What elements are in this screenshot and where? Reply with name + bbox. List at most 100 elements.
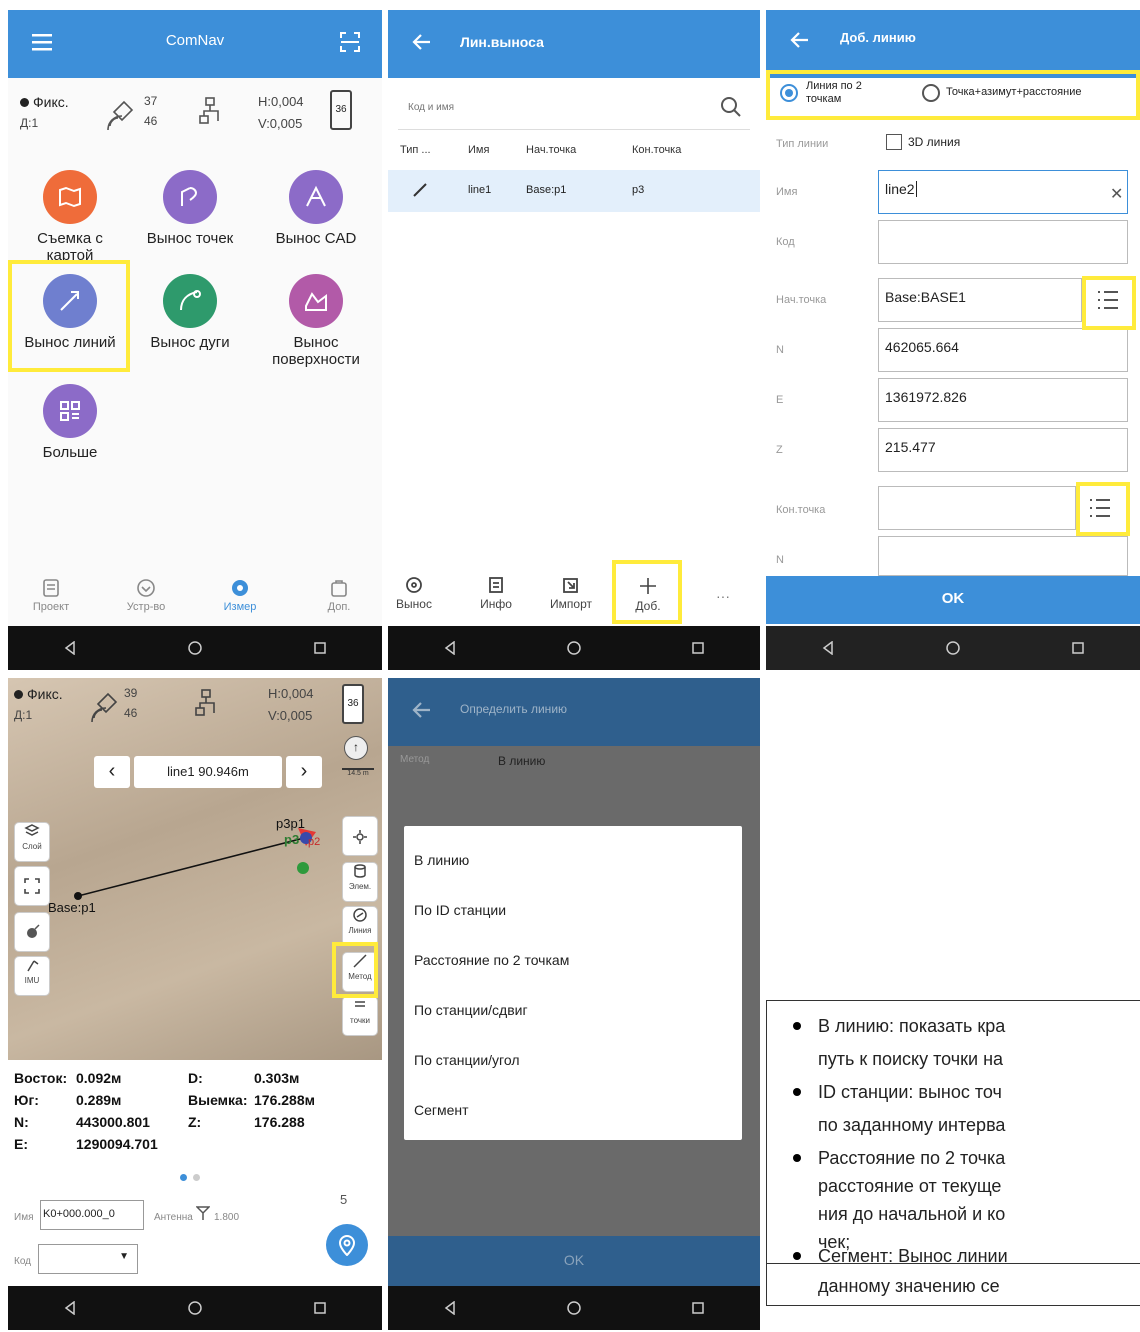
highlight-add-button [612, 560, 682, 624]
readout-d-label: D: [188, 1070, 203, 1086]
back-nav-icon[interactable] [813, 633, 843, 663]
name-field[interactable]: line2 [878, 170, 1128, 214]
layer-button[interactable]: Слой [14, 822, 50, 862]
start-point-field[interactable]: Base:BASE1 [878, 278, 1082, 322]
more-icon [43, 384, 97, 438]
point-label-p3p1: p3p1 [276, 816, 305, 831]
back-nav-icon[interactable] [55, 1293, 85, 1323]
imu-button[interactable]: IMU [14, 956, 50, 996]
fullscreen-button[interactable] [14, 866, 50, 906]
app-stake-points[interactable]: Вынос точек [130, 170, 250, 247]
scan-icon[interactable] [338, 30, 362, 54]
stake-point-icon [163, 170, 217, 224]
readout-d-value: 0.303м [254, 1070, 300, 1086]
option-segment[interactable]: Сегмент [414, 1102, 469, 1118]
app-more[interactable]: Больше [10, 384, 130, 461]
back-arrow-icon[interactable] [410, 698, 434, 722]
point-label-p3: p3 [284, 832, 300, 847]
tab-project[interactable]: Проект [26, 578, 76, 613]
line-button[interactable]: Линия [342, 906, 378, 946]
code-field[interactable] [878, 220, 1128, 264]
app-map-survey[interactable]: Съемка с картой [10, 170, 130, 264]
link-icon [198, 96, 222, 126]
elements-button[interactable]: Элем. [342, 862, 378, 902]
info-button[interactable]: Инфо [476, 576, 516, 611]
app-label: Вынос [293, 334, 339, 351]
v-precision: V:0,005 [258, 116, 303, 131]
recents-nav-icon[interactable] [305, 633, 335, 663]
z-field[interactable]: 215.477 [878, 428, 1128, 472]
note-1-line-2: путь к поиску точки на [818, 1049, 1004, 1069]
satellite-icon [104, 92, 144, 132]
note-4-line-2: данному значению се [818, 1276, 1000, 1296]
back-nav-icon[interactable] [435, 1293, 465, 1323]
start-point-marker [74, 892, 82, 900]
android-nav-bar [388, 1286, 760, 1330]
back-arrow-icon[interactable] [410, 30, 434, 54]
search-icon[interactable] [720, 96, 742, 123]
option-station-angle[interactable]: По станции/угол [414, 1052, 520, 1068]
app-bar: Доб. линию [766, 10, 1140, 78]
table-row[interactable]: line1 Base:p1 p3 [388, 170, 760, 212]
stakeout-button[interactable]: Вынос [394, 576, 434, 611]
option-station-offset[interactable]: По станции/сдвиг [414, 1002, 528, 1018]
app-stake-surface[interactable]: Вынос поверхности [256, 274, 376, 368]
recents-nav-icon[interactable] [683, 1293, 713, 1323]
locate-button[interactable] [14, 912, 50, 952]
ok-button[interactable]: OK [766, 576, 1140, 624]
search-input[interactable] [408, 94, 688, 120]
end-point-label: Кон.точка [776, 504, 826, 516]
app-stake-arc[interactable]: Вынос дуги [130, 274, 250, 351]
tab-measure[interactable]: Измер [210, 578, 270, 613]
option-by-station-id[interactable]: По ID станции [414, 902, 506, 918]
bullet-3 [793, 1154, 801, 1162]
recents-nav-icon[interactable] [683, 633, 713, 663]
measure-fab[interactable] [326, 1224, 368, 1266]
ok-button[interactable]: OK [388, 1236, 760, 1286]
record-count: 5 [340, 1192, 348, 1207]
home-screen: ComNav Фикс. Д:1 37 46 H:0,004 V:0,005 3… [8, 10, 382, 670]
option-in-line[interactable]: В линию [414, 852, 469, 868]
app-stake-cad[interactable]: Вынос CAD [256, 170, 376, 247]
point-name-field[interactable]: K0+000.000_0 [40, 1200, 144, 1230]
n-field[interactable]: 462065.664 [878, 328, 1128, 372]
e-field[interactable]: 1361972.826 [878, 378, 1128, 422]
recents-nav-icon[interactable] [1063, 633, 1093, 663]
back-arrow-icon[interactable] [788, 28, 812, 52]
option-distance-two-points[interactable]: Расстояние по 2 точкам [414, 952, 569, 968]
tab-extra[interactable]: Доп. [314, 578, 364, 613]
readout-z-label: Z: [188, 1114, 202, 1130]
back-nav-icon[interactable] [435, 633, 465, 663]
3d-line-checkbox[interactable] [886, 134, 902, 150]
code-label: Код [14, 1256, 32, 1267]
readout-z-value: 176.288 [254, 1114, 305, 1130]
import-button[interactable]: Импорт [546, 576, 596, 611]
bottom-tabs: Проект Устр-во Измер Доп. [8, 570, 382, 626]
map-canvas[interactable] [8, 678, 382, 1060]
antenna-label: Антенна [154, 1212, 193, 1223]
highlight-end-list [1076, 482, 1130, 536]
android-nav-bar [766, 626, 1140, 670]
add-line-screen: Доб. линию Линия по 2 точкам Точка+азиму… [766, 10, 1140, 670]
home-nav-icon[interactable] [559, 1293, 589, 1323]
clear-icon[interactable]: ✕ [1110, 184, 1123, 204]
highlight-method-button [332, 942, 378, 998]
end-n-field[interactable] [878, 536, 1128, 576]
app-label: Съемка с [37, 230, 103, 247]
home-nav-icon[interactable] [180, 633, 210, 663]
home-nav-icon[interactable] [180, 1293, 210, 1323]
home-nav-icon[interactable] [559, 633, 589, 663]
tab-device[interactable]: Устр-во [116, 578, 176, 613]
points-button[interactable]: точки [342, 996, 378, 1036]
highlight-start-list [1082, 276, 1136, 330]
recents-nav-icon[interactable] [305, 1293, 335, 1323]
fix-status: Фикс. [20, 94, 69, 110]
readout-n-value: 443000.801 [76, 1114, 150, 1130]
end-point-field[interactable] [878, 486, 1076, 530]
more-dots-icon[interactable]: ··· [716, 588, 730, 604]
code-dropdown[interactable]: ▼ [38, 1244, 138, 1274]
settings-button[interactable] [342, 816, 378, 856]
back-nav-icon[interactable] [55, 633, 85, 663]
home-nav-icon[interactable] [938, 633, 968, 663]
define-line-screen: Определить линию Метод В линию В линию П… [388, 678, 760, 1330]
